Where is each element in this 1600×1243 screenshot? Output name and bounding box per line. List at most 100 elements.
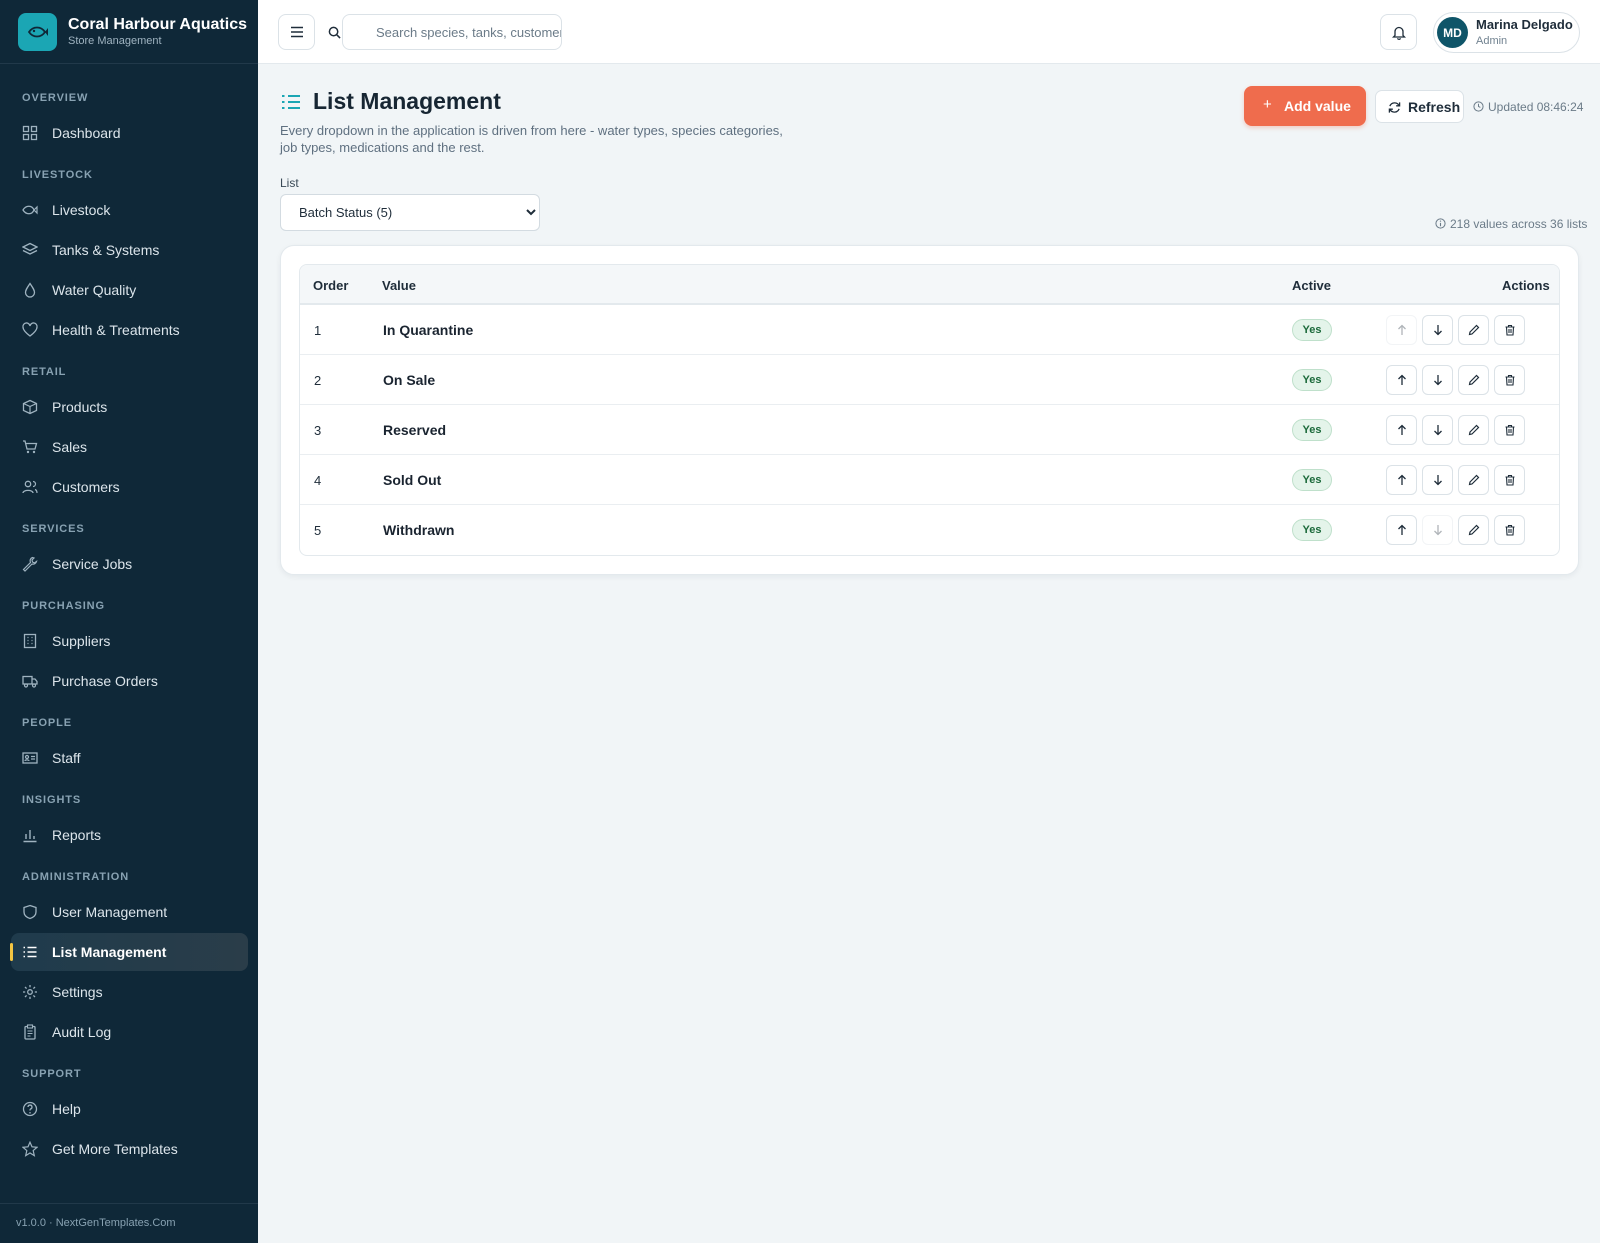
nav-section-administration: ADMINISTRATION <box>22 871 130 883</box>
sidebar-item-health-treatments[interactable]: Health & Treatments <box>11 311 248 349</box>
sidebar-item-service-jobs[interactable]: Service Jobs <box>11 545 248 583</box>
move-up-button <box>1386 315 1417 345</box>
move-up-button[interactable] <box>1386 465 1417 495</box>
sidebar-item-label: Help <box>52 1101 81 1117</box>
version-text[interactable]: v1.0.0 · NextGenTemplates.Com <box>16 1217 176 1229</box>
heart-icon <box>22 322 38 337</box>
wrench-icon <box>22 556 38 572</box>
row-value: Withdrawn <box>383 522 455 538</box>
arrow-down-icon <box>1433 525 1442 536</box>
values-summary: 218 values across 36 lists <box>1435 217 1587 231</box>
building-icon <box>23 633 37 649</box>
refresh-button[interactable]: Refresh <box>1375 90 1464 123</box>
sidebar-item-dashboard[interactable]: Dashboard <box>11 114 248 152</box>
search-input[interactable] <box>342 14 562 50</box>
nav-section-people: PEOPLE <box>22 717 73 729</box>
sidebar-item-staff[interactable]: Staff <box>11 739 248 777</box>
nav-section-retail: RETAIL <box>22 366 67 378</box>
delete-button[interactable] <box>1494 465 1525 495</box>
trash-icon <box>1505 424 1514 436</box>
sidebar-item-list-management[interactable]: List Management <box>10 933 248 971</box>
arrow-up-icon <box>1397 424 1406 435</box>
column-header-value[interactable]: Value <box>382 278 416 293</box>
move-down-button[interactable] <box>1422 415 1453 445</box>
list-values-table: Order Value Active Actions 1 In Quarantin… <box>299 264 1560 556</box>
column-header-active[interactable]: Active <box>1292 278 1331 293</box>
sidebar-item-label: User Management <box>52 904 168 920</box>
sidebar-item-suppliers[interactable]: Suppliers <box>11 622 248 660</box>
arrow-up-icon <box>1397 374 1406 385</box>
sidebar-item-water-quality[interactable]: Water Quality <box>11 271 248 309</box>
topbar: MD Marina Delgado Admin <box>258 0 1600 64</box>
nav-section-purchasing: PURCHASING <box>22 600 105 612</box>
row-value: Reserved <box>383 422 447 438</box>
active-badge: Yes <box>1292 419 1332 441</box>
user-menu[interactable]: MD Marina Delgado Admin <box>1433 12 1580 53</box>
trash-icon <box>1505 374 1514 386</box>
page-title: List Management <box>313 88 501 114</box>
box-icon <box>22 399 38 415</box>
shield-icon <box>23 904 37 920</box>
arrow-up-icon <box>1397 474 1406 485</box>
fish-logo-icon <box>18 13 57 51</box>
trash-icon <box>1505 474 1514 486</box>
notifications-button[interactable] <box>1380 14 1417 50</box>
edit-button[interactable] <box>1458 465 1489 495</box>
menu-toggle-button[interactable] <box>278 14 315 50</box>
move-up-button[interactable] <box>1386 365 1417 395</box>
active-badge: Yes <box>1292 469 1332 491</box>
brand: Coral Harbour Aquatics Store Management <box>0 0 258 64</box>
delete-button[interactable] <box>1494 515 1525 545</box>
move-down-button[interactable] <box>1422 365 1453 395</box>
move-up-button[interactable] <box>1386 515 1417 545</box>
active-badge: Yes <box>1292 369 1332 391</box>
column-header-actions: Actions <box>1502 278 1550 293</box>
sidebar-item-reports[interactable]: Reports <box>11 816 248 854</box>
arrow-down-icon <box>1433 475 1442 486</box>
nav-section-insights: INSIGHTS <box>22 794 82 806</box>
sidebar-item-label: List Management <box>52 944 167 960</box>
sidebar-item-help[interactable]: Help <box>11 1090 248 1128</box>
sidebar-item-label: Customers <box>52 479 120 495</box>
list-select[interactable]: Batch Status (5) <box>280 194 540 231</box>
column-header-order[interactable]: Order <box>313 278 348 293</box>
sidebar-item-get-more-templates[interactable]: Get More Templates <box>11 1130 248 1168</box>
row-order: 3 <box>314 423 322 438</box>
table-row: 1 In Quarantine Yes <box>300 305 1559 355</box>
move-down-button[interactable] <box>1422 465 1453 495</box>
delete-button[interactable] <box>1494 365 1525 395</box>
delete-button[interactable] <box>1494 315 1525 345</box>
edit-button[interactable] <box>1458 365 1489 395</box>
sidebar-item-sales[interactable]: Sales <box>11 428 248 466</box>
star-icon <box>22 1141 38 1157</box>
sidebar-item-audit-log[interactable]: Audit Log <box>11 1013 248 1051</box>
add-value-button[interactable]: + Add value <box>1244 86 1366 126</box>
row-order: 1 <box>314 323 322 338</box>
edit-button[interactable] <box>1458 415 1489 445</box>
edit-button[interactable] <box>1458 515 1489 545</box>
move-down-button[interactable] <box>1422 315 1453 345</box>
sidebar-item-label: Dashboard <box>52 125 121 141</box>
edit-button[interactable] <box>1458 315 1489 345</box>
sidebar-item-user-management[interactable]: User Management <box>11 893 248 931</box>
list-select-label: List <box>280 176 299 190</box>
sidebar-item-purchase-orders[interactable]: Purchase Orders <box>11 662 248 700</box>
sidebar-item-products[interactable]: Products <box>11 388 248 426</box>
sidebar-item-customers[interactable]: Customers <box>11 468 248 506</box>
sidebar-item-label: Settings <box>52 984 103 1000</box>
row-value: In Quarantine <box>383 322 474 338</box>
search-icon <box>328 26 341 39</box>
pencil-icon <box>1468 424 1479 436</box>
sidebar-item-livestock[interactable]: Livestock <box>11 191 248 229</box>
sidebar-item-label: Reports <box>52 827 102 843</box>
sidebar-item-settings[interactable]: Settings <box>11 973 248 1011</box>
move-up-button[interactable] <box>1386 415 1417 445</box>
add-value-label: Add value <box>1284 98 1351 114</box>
brand-name: Coral Harbour Aquatics <box>68 16 247 33</box>
nav-section-services: SERVICES <box>22 523 85 535</box>
row-order: 2 <box>314 373 322 388</box>
clock-icon <box>1473 101 1484 112</box>
delete-button[interactable] <box>1494 415 1525 445</box>
sidebar-item-tanks-systems[interactable]: Tanks & Systems <box>11 231 248 269</box>
avatar: MD <box>1437 17 1468 48</box>
